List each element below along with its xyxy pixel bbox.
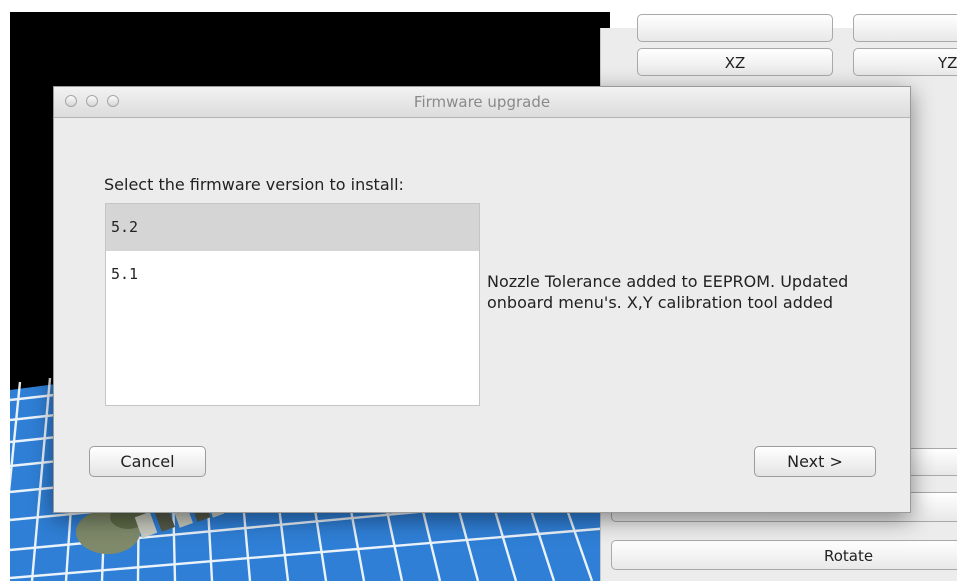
dialog-title: Firmware upgrade — [413, 93, 551, 111]
app-window: XZ YZ Move Rotate Firmware upgrade Selec… — [0, 0, 957, 581]
next-button[interactable]: Next > — [754, 446, 876, 477]
firmware-version-list[interactable]: 5.2 5.1 — [105, 203, 480, 406]
rotate-button[interactable]: Rotate — [611, 540, 957, 570]
instruction-label: Select the firmware version to install: — [104, 175, 404, 194]
version-item-5-1[interactable]: 5.1 — [106, 251, 479, 298]
cancel-button[interactable]: Cancel — [89, 446, 206, 477]
firmware-upgrade-dialog: Firmware upgrade Select the firmware ver… — [53, 86, 911, 513]
dialog-titlebar[interactable]: Firmware upgrade — [54, 87, 910, 118]
version-item-5-2[interactable]: 5.2 — [106, 204, 479, 251]
view-yz-button[interactable]: YZ — [853, 48, 957, 76]
version-description: Nozzle Tolerance added to EEPROM. Update… — [487, 272, 849, 312]
view-button-top-right[interactable] — [853, 14, 957, 42]
view-xz-button[interactable]: XZ — [637, 48, 833, 76]
view-button-top-left[interactable] — [637, 14, 833, 42]
